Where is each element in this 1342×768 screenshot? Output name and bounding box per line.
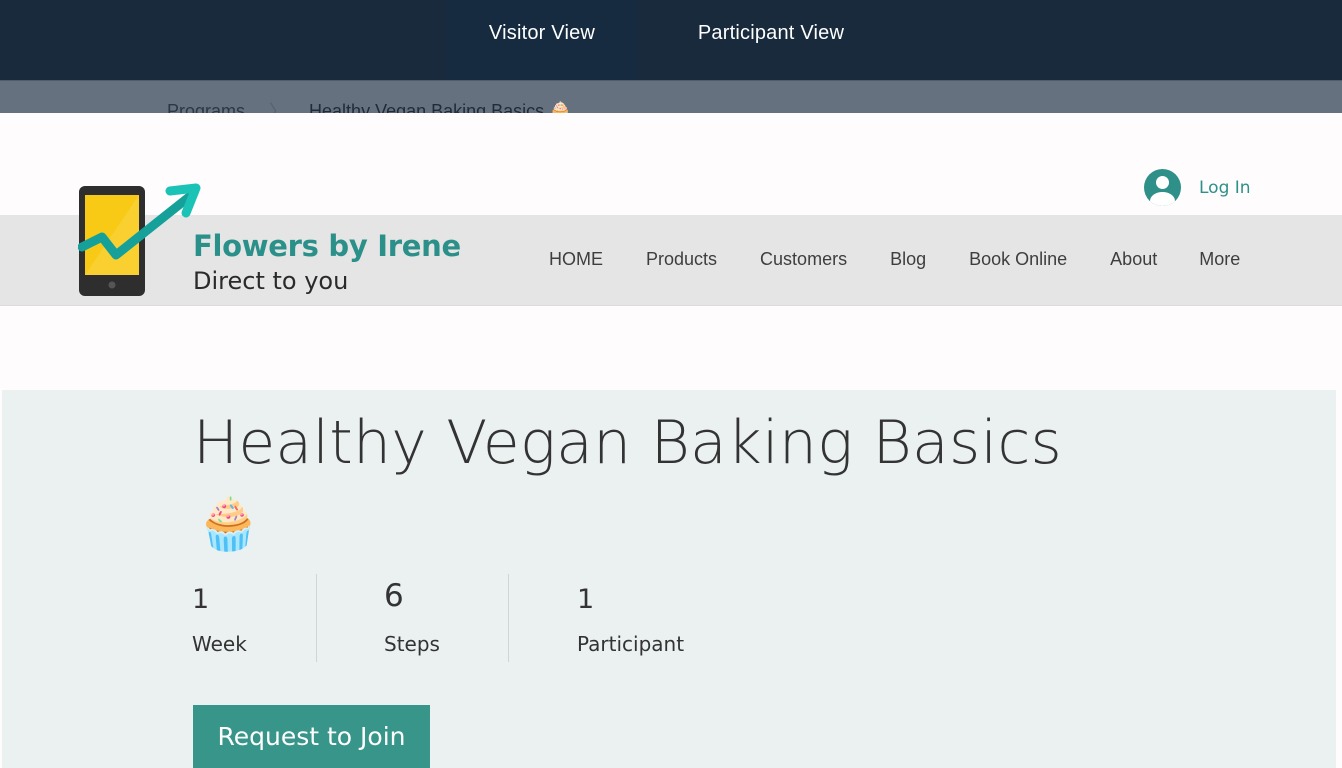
brand-name[interactable]: Flowers by Irene [193, 229, 461, 263]
breadcrumb-programs-link[interactable]: Programs [167, 101, 245, 114]
breadcrumb-separator-icon: 〉 [269, 102, 288, 113]
stat-value: 1 [192, 584, 210, 615]
cupcake-icon: 🧁 [196, 494, 261, 554]
stat-label: Week [192, 632, 247, 656]
brand-tagline: Direct to you [193, 267, 349, 295]
user-avatar-icon [1144, 169, 1181, 206]
program-stats: 1 Week 6 Steps 1 Participant [192, 574, 708, 662]
menu-item-products[interactable]: Products [646, 249, 717, 270]
breadcrumb: Programs 〉 Healthy Vegan Baking Basics 🧁 [0, 80, 1342, 113]
site-header: Flowers by Irene Direct to you Log In HO… [0, 113, 1342, 307]
breadcrumb-current: Healthy Vegan Baking Basics 🧁 [309, 100, 572, 114]
program-section: Healthy Vegan Baking Basics 🧁 1 Week 6 S… [2, 390, 1336, 768]
stat-participants: 1 Participant [508, 574, 708, 662]
stat-value: 1 [577, 584, 595, 615]
stat-steps: 6 Steps [316, 574, 508, 662]
stat-label: Participant [577, 632, 685, 656]
login-label: Log In [1199, 177, 1251, 198]
menu-item-more[interactable]: More [1199, 249, 1240, 270]
view-switcher-bar: Visitor View Participant View [0, 0, 1342, 80]
request-to-join-button[interactable]: Request to Join [193, 705, 430, 768]
login-button[interactable]: Log In [1144, 169, 1251, 206]
program-title: Healthy Vegan Baking Basics [193, 408, 1062, 478]
menu-item-book-online[interactable]: Book Online [969, 249, 1067, 270]
stat-duration: 1 Week [192, 574, 316, 662]
stat-label: Steps [384, 632, 440, 656]
menu-item-about[interactable]: About [1110, 249, 1157, 270]
tab-visitor-view[interactable]: Visitor View [446, 0, 638, 80]
main-menu: HOME Products Customers Blog Book Online… [549, 249, 1240, 270]
logo-phone-chart-icon[interactable] [78, 183, 204, 297]
menu-item-customers[interactable]: Customers [760, 249, 847, 270]
tab-participant-view[interactable]: Participant View [660, 0, 882, 80]
stat-value: 6 [384, 578, 404, 614]
menu-item-home[interactable]: HOME [549, 249, 603, 270]
menu-item-blog[interactable]: Blog [890, 249, 926, 270]
